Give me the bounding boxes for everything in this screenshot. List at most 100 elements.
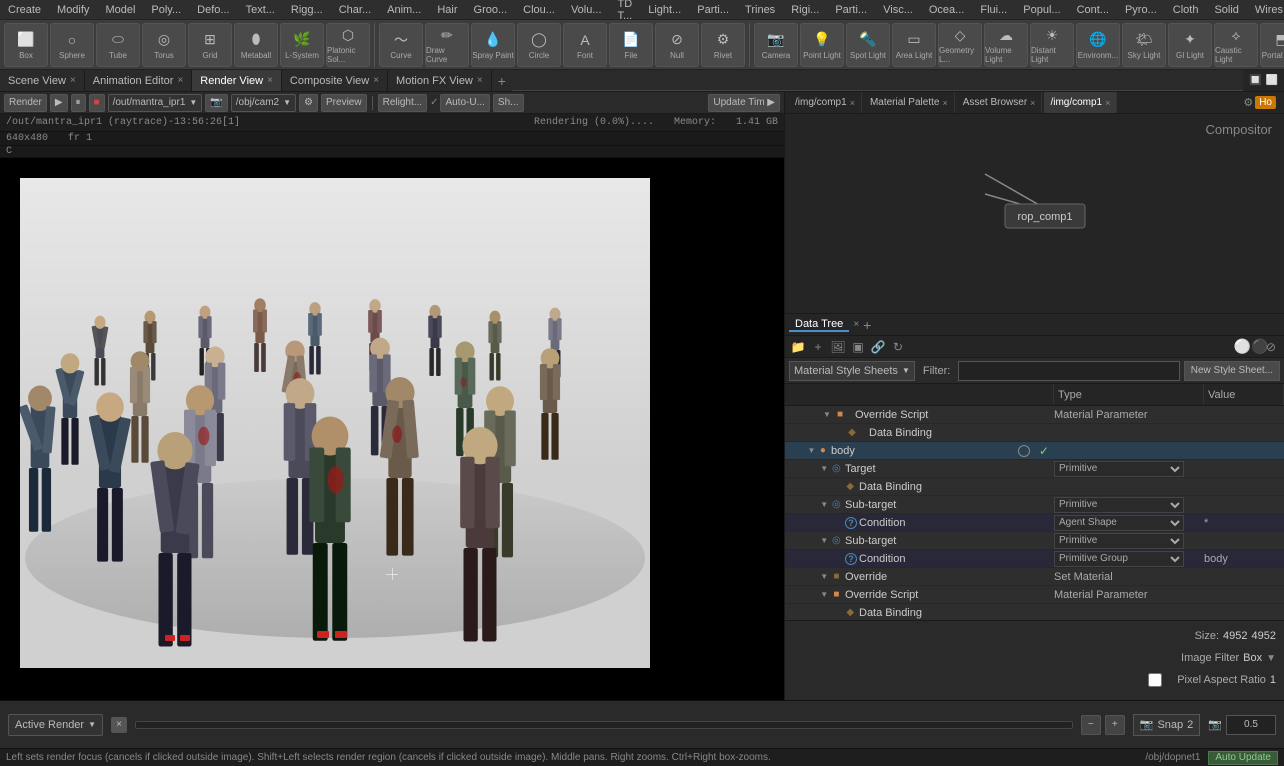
tab-composite-view[interactable]: Composite View × — [282, 70, 388, 91]
tree-expand-override[interactable]: ▼ — [819, 571, 830, 583]
tab-render-view[interactable]: Render View × — [192, 70, 282, 91]
tree-type-condition-2-select[interactable]: Primitive Group — [1054, 551, 1184, 567]
tree-row-data-binding-1[interactable]: ◆ Data Binding — [785, 424, 1284, 442]
menu-rigi[interactable]: Rigi... — [787, 4, 823, 16]
render-button[interactable]: Render — [4, 94, 47, 112]
tab-motion-fx[interactable]: Motion FX View × — [388, 70, 492, 91]
tree-row-subtarget-2[interactable]: ▼ ◎ Sub-target Primitive — [785, 532, 1284, 550]
dt-icon-filter[interactable]: ▣ — [849, 338, 867, 356]
relight-button[interactable]: Relight... — [378, 94, 427, 112]
top-right-tab-material-close[interactable]: × — [942, 98, 947, 108]
menu-model[interactable]: Model — [101, 4, 139, 16]
menu-ocea[interactable]: Ocea... — [925, 4, 968, 16]
render-cam-dropdown[interactable]: /obj/cam2 ▼ — [231, 94, 296, 112]
tree-expand-1[interactable]: ▼ — [821, 409, 833, 421]
toolbar-btn-box[interactable]: ⬜ Box — [4, 23, 48, 67]
toolbar-btn-circle[interactable]: ◯ Circle — [517, 23, 561, 67]
toolbar-btn-envlight[interactable]: 🌐 Environm... — [1076, 23, 1120, 67]
active-render-dropdown[interactable]: Active Render ▼ — [8, 714, 103, 736]
tree-expand-condition-2[interactable] — [833, 553, 845, 565]
menu-solid[interactable]: Solid — [1210, 4, 1242, 16]
toolbar-btn-null[interactable]: ⊘ Null — [655, 23, 699, 67]
top-right-tab-img1-close[interactable]: × — [850, 98, 855, 108]
preview-button[interactable]: Preview — [321, 94, 367, 112]
toolbar-btn-distlight[interactable]: ☀ Distant Light — [1030, 23, 1074, 67]
filter-input[interactable] — [958, 361, 1179, 381]
render-path-dropdown[interactable]: /out/mantra_ipr1 ▼ — [108, 94, 203, 112]
new-style-sheet-button[interactable]: New Style Sheet... — [1184, 361, 1280, 381]
tree-row-override-script-1[interactable]: ▼ ■ Override Script Material Parameter — [785, 406, 1284, 424]
tree-radio-body[interactable] — [1018, 445, 1030, 457]
toolbar-btn-font[interactable]: A Font — [563, 23, 607, 67]
tab-motion-fx-close[interactable]: × — [477, 75, 483, 86]
sh-button[interactable]: Sh... — [493, 94, 524, 112]
tree-expand-condition-1[interactable] — [833, 517, 845, 529]
tree-check-body[interactable]: ✓ — [1039, 444, 1049, 458]
tab-render-view-close[interactable]: × — [267, 75, 273, 86]
top-right-tab-asset-close[interactable]: × — [1030, 98, 1035, 108]
snap-dropdown[interactable]: 📷 Snap 2 — [1133, 714, 1201, 736]
dt-icon-add[interactable]: + — [809, 338, 827, 356]
top-right-tab-material[interactable]: Material Palette × — [864, 92, 955, 113]
render-pause-btn[interactable]: ⏸ — [71, 94, 86, 112]
menu-create[interactable]: Create — [4, 4, 45, 16]
toolbar-btn-vollight[interactable]: ☁ Volume Light — [984, 23, 1028, 67]
tree-type-subtarget-2-select[interactable]: Primitive — [1054, 533, 1184, 549]
toolbar-btn-spotlight[interactable]: 🔦 Spot Light — [846, 23, 890, 67]
tree-type-target-select[interactable]: Primitive — [1054, 461, 1184, 477]
tab-scene-view-close[interactable]: × — [70, 75, 76, 86]
auto-update-btn[interactable]: Auto Update — [1208, 751, 1278, 765]
tab-animation-editor-close[interactable]: × — [177, 75, 183, 86]
menu-hair[interactable]: Hair — [433, 4, 461, 16]
menu-text[interactable]: Text... — [242, 4, 279, 16]
menu-poly[interactable]: Poly... — [147, 4, 185, 16]
menu-modify[interactable]: Modify — [53, 4, 93, 16]
render-viewport[interactable] — [0, 158, 784, 700]
tree-expand-db3[interactable] — [832, 607, 844, 619]
render-stop-btn[interactable]: ■ — [89, 94, 105, 112]
auto-update-button[interactable]: Auto-U... — [440, 94, 489, 112]
tree-row-target[interactable]: ▼ ◎ Target Primitive — [785, 460, 1284, 478]
menu-cloth[interactable]: Cloth — [1169, 4, 1203, 16]
top-right-tab-img1[interactable]: /img/comp1 × — [789, 92, 862, 113]
toolbar-btn-grid[interactable]: ⊞ Grid — [188, 23, 232, 67]
tree-expand-body[interactable]: ▼ — [806, 445, 817, 457]
menu-wires[interactable]: Wires — [1251, 4, 1284, 16]
pixel-aspect-checkbox[interactable] — [1148, 673, 1162, 687]
menu-pyro[interactable]: Pyro... — [1121, 4, 1161, 16]
update-time-button[interactable]: Update Tim ▶ — [708, 94, 780, 112]
tree-row-override-script-2[interactable]: ▼ ■ Override Script Material Parameter — [785, 586, 1284, 604]
dt-icon-cancel[interactable]: ⊘ — [1262, 338, 1280, 356]
toolbar-btn-lsystem[interactable]: 🌿 L-System — [280, 23, 324, 67]
top-right-tab-img2[interactable]: /img/comp1 × — [1044, 92, 1117, 113]
tab-composite-view-close[interactable]: × — [373, 75, 379, 86]
compositor-area[interactable]: Compositor rop_comp1 — [785, 114, 1284, 314]
menu-tdt[interactable]: TD T... — [614, 0, 637, 22]
data-tree-tab[interactable]: Data Tree — [789, 318, 849, 332]
active-render-close-btn[interactable]: × — [111, 717, 127, 733]
toolbar-btn-drawcurve[interactable]: ✏ Draw Curve — [425, 23, 469, 67]
toolbar-btn-pointlight[interactable]: 💡 Point Light — [800, 23, 844, 67]
menu-cont[interactable]: Cont... — [1073, 4, 1113, 16]
timeline-minus-btn[interactable]: − — [1081, 715, 1101, 735]
menu-parti[interactable]: Parti... — [693, 4, 733, 16]
tree-type-condition-1-select[interactable]: Agent Shape — [1054, 515, 1184, 531]
toolbar-btn-metaball[interactable]: ⬮ Metaball — [234, 23, 278, 67]
menu-parti2[interactable]: Parti... — [831, 4, 871, 16]
toolbar-btn-tube[interactable]: ⬭ Tube — [96, 23, 140, 67]
menu-anim[interactable]: Anim... — [383, 4, 425, 16]
top-right-tab-asset[interactable]: Asset Browser × — [957, 92, 1043, 113]
tree-row-override[interactable]: ▼ ■ Override Set Material — [785, 568, 1284, 586]
menu-trines[interactable]: Trines — [741, 4, 779, 16]
menu-visc[interactable]: Visc... — [879, 4, 917, 16]
right-panel-settings[interactable]: ⚙ — [1243, 96, 1253, 109]
dt-icon-link[interactable]: 🔗 — [869, 338, 887, 356]
tree-expand-subtarget-1[interactable]: ▼ — [819, 499, 830, 511]
tree-expand-db1[interactable] — [833, 427, 845, 439]
tree-expand-subtarget-2[interactable]: ▼ — [819, 535, 830, 547]
toolbar-btn-gilight[interactable]: ✦ GI Light — [1168, 23, 1212, 67]
menu-volu[interactable]: Volu... — [567, 4, 606, 16]
menu-popul[interactable]: Popul... — [1019, 4, 1064, 16]
dt-icon-color-circles[interactable]: ⚪⚫ — [1242, 338, 1260, 356]
dt-icon-folder[interactable]: 📁 — [789, 338, 807, 356]
